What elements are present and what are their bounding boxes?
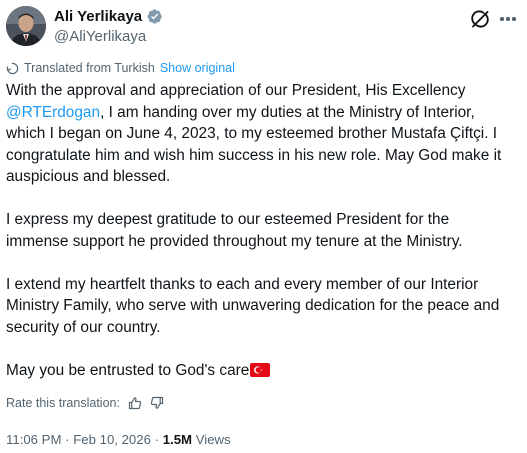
show-original-link[interactable]: Show original <box>160 61 235 75</box>
author-handle[interactable]: @AliYerlikaya <box>54 27 146 46</box>
verified-badge-icon[interactable] <box>146 8 163 25</box>
more-options-icon[interactable] <box>496 8 520 30</box>
tweet-date[interactable]: Feb 10, 2026 <box>73 432 151 447</box>
tweet-line: May you be entrusted to God's care <box>6 360 521 382</box>
tweet-line: I extend my heartfelt thanks to each and… <box>6 275 479 293</box>
tweet-line: security of our country. <box>6 318 161 336</box>
tweet-line: auspicious and blessed. <box>6 168 171 185</box>
tweet-line: I express my deepest gratitude to our es… <box>6 211 450 228</box>
mention-link[interactable]: @RTErdogan <box>6 104 100 121</box>
views-count: 1.5M <box>162 432 193 447</box>
tweet-text: With the approval and appreciation of ou… <box>6 80 521 381</box>
more-dot <box>506 17 510 21</box>
tweet-card: Ali Yerlikaya @AliYerlikaya Translated f… <box>0 0 527 453</box>
tweet-line: @RTErdogan, I am handing over my duties … <box>6 102 521 124</box>
rate-translation: Rate this translation: <box>6 396 164 410</box>
avatar[interactable] <box>6 6 46 46</box>
tweet-line: Ministry Family, who serve with unwaveri… <box>6 297 500 314</box>
translate-icon <box>6 62 19 74</box>
translated-label: Translated from Turkish <box>24 61 155 75</box>
views-label: Views <box>195 432 231 447</box>
tweet-time[interactable]: 11:06 PM <box>6 432 61 447</box>
meta-separator: · <box>154 432 160 447</box>
author-display-name[interactable]: Ali Yerlikaya <box>54 7 142 26</box>
turkey-flag-icon <box>250 362 271 377</box>
avatar-image <box>6 6 46 46</box>
tweet-line-text: May you be entrusted to God's care <box>6 361 250 379</box>
tweet-line: immense support he provided throughout m… <box>6 232 463 250</box>
tweet-line: With the approval and appreciation of ou… <box>6 82 466 99</box>
tweet-line: which I began on June 4, 2023, to my est… <box>6 125 498 142</box>
tweet-meta: 11:06 PM · Feb 10, 2026 · 1.5M Views <box>6 432 231 447</box>
grok-icon[interactable] <box>469 8 491 30</box>
more-dot <box>512 17 516 21</box>
more-dot <box>500 17 504 21</box>
tweet-line-text: , I am handing over my duties at the Min… <box>100 103 475 121</box>
author-name-row: Ali Yerlikaya <box>54 7 163 26</box>
tweet-line: congratulate him and wish him success in… <box>6 146 502 164</box>
translation-notice: Translated from Turkish Show original <box>6 61 235 75</box>
rate-translation-label: Rate this translation: <box>6 396 120 410</box>
thumbs-up-icon[interactable] <box>128 396 142 410</box>
meta-separator: · <box>65 432 70 447</box>
thumbs-down-icon[interactable] <box>150 396 164 410</box>
